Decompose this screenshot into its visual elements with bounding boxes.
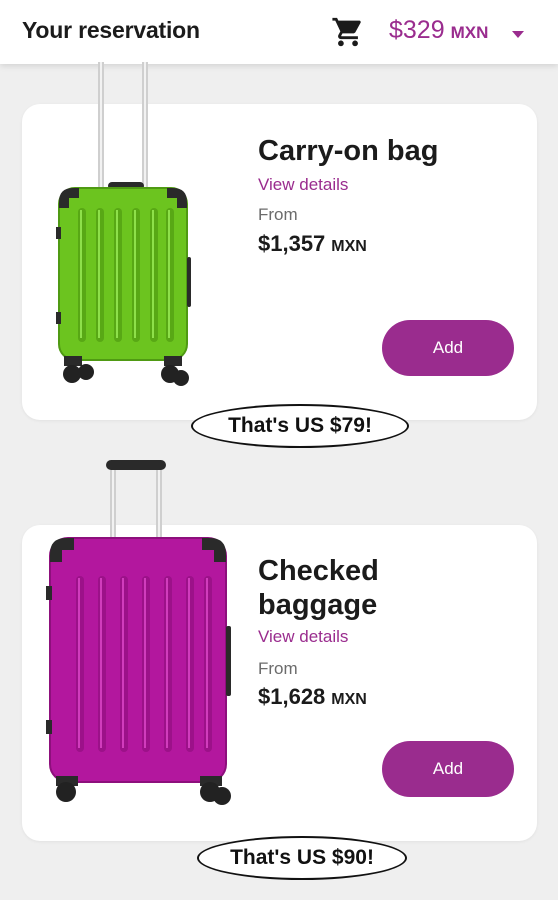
carry-on-view-details-link[interactable]: View details	[258, 175, 348, 195]
checked-usd-note: That's US $90!	[197, 836, 407, 880]
carry-on-suitcase-image	[56, 62, 191, 386]
reservation-total-amount: $329	[389, 16, 445, 44]
checked-baggage-title: Checked baggage	[258, 555, 379, 621]
reservation-total-currency: MXN	[450, 23, 489, 42]
reservation-total[interactable]: $329 MXN	[389, 16, 488, 45]
chevron-down-icon[interactable]	[511, 30, 525, 39]
carry-on-usd-note: That's US $79!	[191, 404, 409, 448]
carry-on-add-button[interactable]: Add	[382, 320, 514, 376]
checked-price-amount: $1,628	[258, 684, 326, 709]
checked-price-currency: MXN	[331, 691, 367, 708]
checked-add-button[interactable]: Add	[382, 741, 514, 797]
shopping-cart-icon[interactable]	[331, 15, 365, 49]
checked-view-details-link[interactable]: View details	[258, 627, 348, 647]
carry-on-price: $1,357 MXN	[258, 231, 367, 257]
app-header: Your reservation $329 MXN	[0, 0, 558, 64]
carry-on-price-amount: $1,357	[258, 231, 326, 256]
carry-on-price-currency: MXN	[331, 238, 367, 255]
carry-on-bag-title: Carry-on bag	[258, 135, 439, 167]
checked-suitcase-image	[46, 460, 231, 805]
page-title: Your reservation	[22, 17, 200, 43]
checked-from-label: From	[258, 659, 298, 678]
checked-price: $1,628 MXN	[258, 684, 367, 710]
carry-on-from-label: From	[258, 205, 298, 224]
